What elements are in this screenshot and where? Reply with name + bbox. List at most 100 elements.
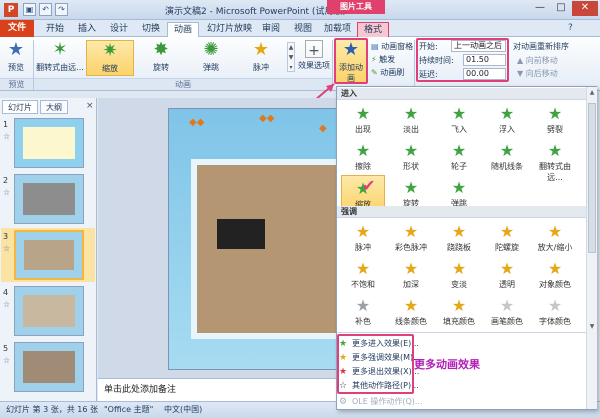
effect-pulse-item[interactable]: ★ 脉冲: [237, 40, 285, 76]
effect-bounce-item[interactable]: ✺ 弹跳: [187, 40, 235, 76]
theme-name[interactable]: "Office 主题": [104, 402, 153, 418]
emphasis-effect-label: 变淡: [451, 280, 467, 289]
emphasis-effect-0[interactable]: ★ 脉冲: [341, 219, 385, 257]
emphasis-effect-11[interactable]: ★ 线条颜色: [389, 293, 433, 331]
add-animation-button[interactable]: ★ 添加动画: [334, 38, 368, 84]
help-icon[interactable]: ?: [568, 23, 573, 33]
tab-addins[interactable]: 加载项: [318, 22, 357, 37]
scroll-down-icon[interactable]: ▼: [588, 323, 596, 331]
move-later-button[interactable]: ▼ 向后移动: [517, 68, 558, 79]
slide-thumbnail-1[interactable]: [14, 118, 84, 168]
ole-action-verbs[interactable]: ⚙ OLE 操作动作(Q)...: [339, 395, 519, 408]
emphasis-effect-7[interactable]: ★ 变淡: [437, 256, 481, 294]
effect-zoom-item[interactable]: ✷ 缩放: [86, 40, 134, 76]
close-button[interactable]: ✕: [572, 1, 598, 16]
slide-thumbnail-2[interactable]: [14, 174, 84, 224]
duration-input[interactable]: 01.50: [463, 54, 506, 66]
tab-animations[interactable]: 动画: [167, 22, 200, 37]
emphasis-effect-1[interactable]: ★ 彩色脉冲: [389, 219, 433, 257]
language-indicator[interactable]: 中文(中国): [164, 402, 202, 418]
maximize-button[interactable]: □: [551, 1, 571, 16]
emphasis-effects-grid: ★ 脉冲 ★ 彩色脉冲 ★ 跷跷板 ★ 陀螺旋 ★ 放大/缩小 ★ 不饱和 ★ 加深 ★ 变淡 ★ 透明 ★ 对象颜色…: [341, 219, 585, 337]
tab-outline[interactable]: 大纲: [40, 100, 68, 114]
emphasis-effect-9[interactable]: ★ 对象颜色: [533, 256, 577, 294]
scroll-up-icon[interactable]: ▲: [588, 89, 596, 97]
tab-file[interactable]: 文件: [0, 20, 34, 37]
animation-painter-button[interactable]: ✎ 动画刷: [371, 67, 404, 78]
trigger-button[interactable]: ⚡ 触发: [371, 54, 395, 65]
section-entrance: 进入: [337, 88, 586, 100]
slide-thumbnail-4[interactable]: [14, 286, 84, 336]
close-panel-icon[interactable]: ×: [86, 101, 94, 111]
entrance-effect-5[interactable]: ★ 擦除: [341, 138, 385, 176]
entrance-effect-label: 随机线条: [491, 162, 523, 171]
emphasis-effect-6[interactable]: ★ 加深: [389, 256, 433, 294]
entrance-effect-0[interactable]: ★ 出现: [341, 101, 385, 139]
notes-pane[interactable]: 单击此处添加备注: [98, 378, 336, 401]
emphasis-effect-2[interactable]: ★ 跷跷板: [437, 219, 481, 257]
tab-slides[interactable]: 幻灯片: [2, 100, 38, 114]
tab-insert[interactable]: 插入: [72, 22, 102, 37]
entrance-effect-8[interactable]: ★ 随机线条: [485, 138, 529, 176]
emphasis-effect-13[interactable]: ★ 画笔颜色: [485, 293, 529, 331]
add-animation-icon: ★: [342, 39, 360, 60]
save-icon[interactable]: ▣: [23, 3, 36, 16]
animation-group-label: 动画: [34, 78, 332, 90]
animation-pane-button[interactable]: ▤ 动画窗格: [371, 41, 413, 52]
scroll-thumb[interactable]: [588, 103, 596, 253]
entrance-effect-label: 劈裂: [547, 125, 563, 134]
start-select[interactable]: 上一动画之后: [451, 40, 506, 52]
emphasis-effect-14[interactable]: ★ 字体颜色: [533, 293, 577, 331]
tab-transitions[interactable]: 切换: [136, 22, 166, 37]
redo-icon[interactable]: ↷: [55, 3, 68, 16]
entrance-effect-6[interactable]: ★ 形状: [389, 138, 433, 176]
tab-view[interactable]: 视图: [288, 22, 318, 37]
emphasis-effect-12[interactable]: ★ 填充颜色: [437, 293, 481, 331]
entrance-effect-star-icon: ★: [451, 141, 467, 160]
entrance-effect-7[interactable]: ★ 轮子: [437, 138, 481, 176]
emphasis-effect-3[interactable]: ★ 陀螺旋: [485, 219, 529, 257]
entrance-effect-9[interactable]: ★ 翻转式由远...: [533, 138, 577, 182]
gallery-scrollbar[interactable]: ▲ ▼: [586, 87, 597, 409]
slide-thumbnail-5[interactable]: [14, 342, 84, 392]
section-emphasis: 强调: [337, 206, 586, 218]
tab-design[interactable]: 设计: [104, 22, 134, 37]
slide-thumbnail-3[interactable]: [14, 230, 84, 280]
tab-slideshow[interactable]: 幻灯片放映: [201, 22, 258, 37]
emphasis-effect-star-icon: ★: [355, 222, 371, 241]
delay-input[interactable]: 00.00: [463, 68, 506, 80]
entrance-effect-2[interactable]: ★ 飞入: [437, 101, 481, 139]
undo-icon[interactable]: ↶: [39, 3, 52, 16]
emphasis-effect-star-icon: ★: [451, 296, 467, 315]
entrance-effect-label: 淡出: [403, 125, 419, 134]
gallery-scroll-control[interactable]: ▲ ▼ ▾: [287, 42, 295, 72]
delay-label: 延迟:: [419, 70, 438, 79]
powerpoint-logo-icon[interactable]: P: [4, 3, 18, 17]
painter-icon: ✎: [371, 68, 381, 77]
emphasis-effect-8[interactable]: ★ 透明: [485, 256, 529, 294]
add-animation-label: 添加动画: [339, 63, 363, 83]
tab-home[interactable]: 开始: [40, 22, 70, 37]
emphasis-effect-5[interactable]: ★ 不饱和: [341, 256, 385, 294]
entrance-effect-label: 轮子: [451, 162, 467, 171]
entrance-effect-star-icon: ★: [547, 141, 563, 160]
entrance-effect-label: 翻转式由远...: [539, 162, 571, 182]
start-label: 开始:: [419, 42, 438, 51]
preview-group-label: 预览: [0, 78, 33, 90]
tab-format[interactable]: 格式: [357, 22, 390, 37]
emphasis-effect-10[interactable]: ★ 补色: [341, 293, 385, 331]
room-picture[interactable]: [191, 159, 356, 339]
minimize-button[interactable]: —: [530, 1, 550, 16]
effect-spin-item[interactable]: ✸ 旋转: [137, 40, 185, 76]
entrance-effect-star-icon: ★: [451, 178, 467, 197]
emphasis-effect-4[interactable]: ★ 放大/缩小: [533, 219, 577, 257]
entrance-effect-3[interactable]: ★ 浮入: [485, 101, 529, 139]
tab-review[interactable]: 审阅: [256, 22, 286, 37]
effect-options-button[interactable]: + 效果选项: [298, 40, 330, 71]
effect-flip-item[interactable]: ✶ 翻转式由远...: [35, 40, 85, 76]
animation-pane-icon: ▤: [371, 42, 382, 51]
entrance-effect-4[interactable]: ★ 劈裂: [533, 101, 577, 139]
preview-button[interactable]: ★ 预览: [3, 40, 29, 73]
move-earlier-button[interactable]: ▲ 向前移动: [517, 55, 558, 66]
entrance-effect-1[interactable]: ★ 淡出: [389, 101, 433, 139]
